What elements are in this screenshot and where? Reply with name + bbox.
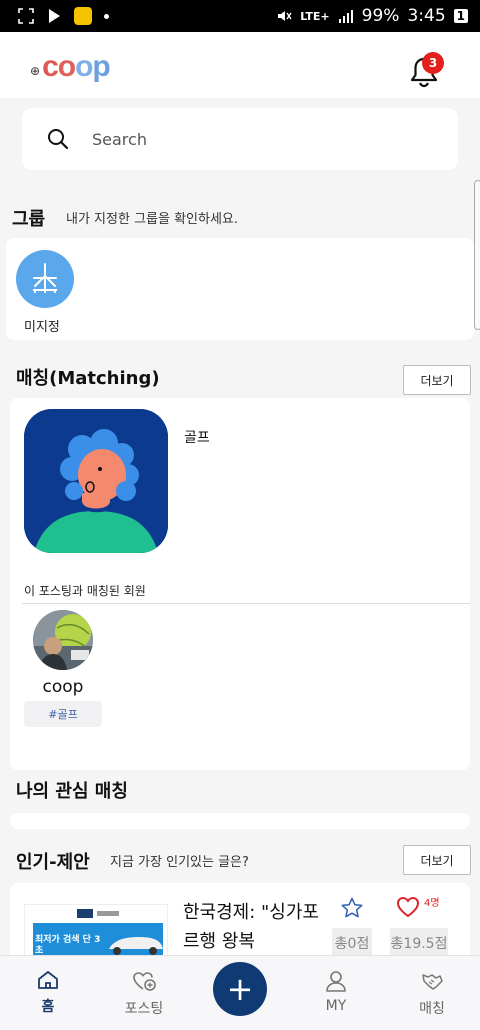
battery-level: 99% — [361, 6, 400, 26]
member-photo — [33, 610, 93, 670]
status-bar: LTE+ 99% 3:45 1 — [0, 0, 480, 32]
nav-posting[interactable]: 포스팅 — [96, 956, 192, 1030]
mute-icon — [278, 11, 292, 21]
airplane-icon — [33, 263, 57, 293]
star-icon[interactable] — [340, 896, 364, 920]
popular-subtitle: 지금 가장 인기있는 글은? — [110, 855, 249, 870]
nav-posting-label: 포스팅 — [124, 1001, 164, 1017]
person-icon — [326, 971, 346, 992]
globe-icon: ⊕ — [30, 64, 41, 78]
nav-matching-label: 매칭 — [419, 1001, 445, 1017]
scrollbar-handle[interactable] — [474, 180, 480, 330]
network-type: LTE+ — [300, 9, 330, 23]
search-icon — [48, 129, 69, 150]
matching-more-button[interactable]: 더보기 — [403, 365, 471, 395]
post-thumbnail[interactable]: 최저가 검색 단 3초 — [24, 904, 168, 960]
group-item-label: 미지정 — [24, 320, 60, 335]
my-interest-title: 나의 관심 매칭 — [16, 781, 128, 802]
signal-icon — [338, 10, 353, 23]
post-title[interactable]: 한국경제: "싱가포르행 왕복 — [183, 898, 323, 956]
groups-card — [6, 238, 474, 340]
sim-badge: 1 — [453, 9, 468, 23]
logo-text: coop — [42, 50, 111, 83]
more-notifications-icon — [104, 13, 109, 19]
ad-banner-text: 최저가 검색 단 3초 — [35, 935, 101, 956]
match-post-image[interactable] — [24, 409, 168, 553]
home-icon — [38, 971, 58, 989]
popular-more-button[interactable]: 더보기 — [403, 845, 471, 875]
nav-home-label: 홈 — [41, 999, 55, 1015]
nav-matching[interactable]: 매칭 — [384, 956, 480, 1030]
clock: 3:45 — [407, 6, 446, 26]
screenshot-icon — [18, 8, 34, 24]
groups-subtitle: 내가 지정한 그룹을 확인하세요. — [66, 212, 239, 227]
search-input[interactable] — [92, 126, 432, 152]
play-store-icon — [49, 9, 60, 23]
nav-my-label: MY — [325, 998, 347, 1014]
avatar[interactable] — [33, 610, 93, 670]
search-bar[interactable] — [22, 108, 458, 170]
divider — [22, 603, 470, 604]
match-post-title[interactable]: 골프 — [184, 427, 210, 447]
heart-icon[interactable] — [396, 896, 420, 918]
member-name[interactable]: coop — [30, 677, 96, 697]
app-logo[interactable]: ⊕ coop — [30, 50, 111, 84]
heart-count: 4명 — [424, 898, 440, 909]
app-notification-icon — [74, 7, 92, 25]
nav-my[interactable]: MY — [288, 956, 384, 1030]
my-interest-card — [10, 813, 470, 829]
total-heart-score: 총19.5점 — [390, 928, 448, 958]
posting-icon — [133, 972, 156, 991]
nav-home[interactable]: 홈 — [0, 956, 96, 1030]
matched-members-label: 이 포스팅과 매칭된 회원 — [24, 584, 146, 598]
add-post-button[interactable]: + — [213, 962, 267, 1016]
notification-badge: 3 — [422, 52, 444, 74]
popular-title: 인기-제안 — [16, 852, 90, 873]
member-tag[interactable]: #골프 — [24, 701, 102, 727]
handshake-icon — [422, 974, 443, 990]
total-star-score: 총0점 — [332, 928, 372, 958]
matching-title: 매칭(Matching) — [16, 368, 160, 389]
illustration-image — [24, 409, 168, 553]
groups-title: 그룹 — [12, 209, 46, 230]
group-item-unassigned[interactable] — [16, 250, 74, 308]
